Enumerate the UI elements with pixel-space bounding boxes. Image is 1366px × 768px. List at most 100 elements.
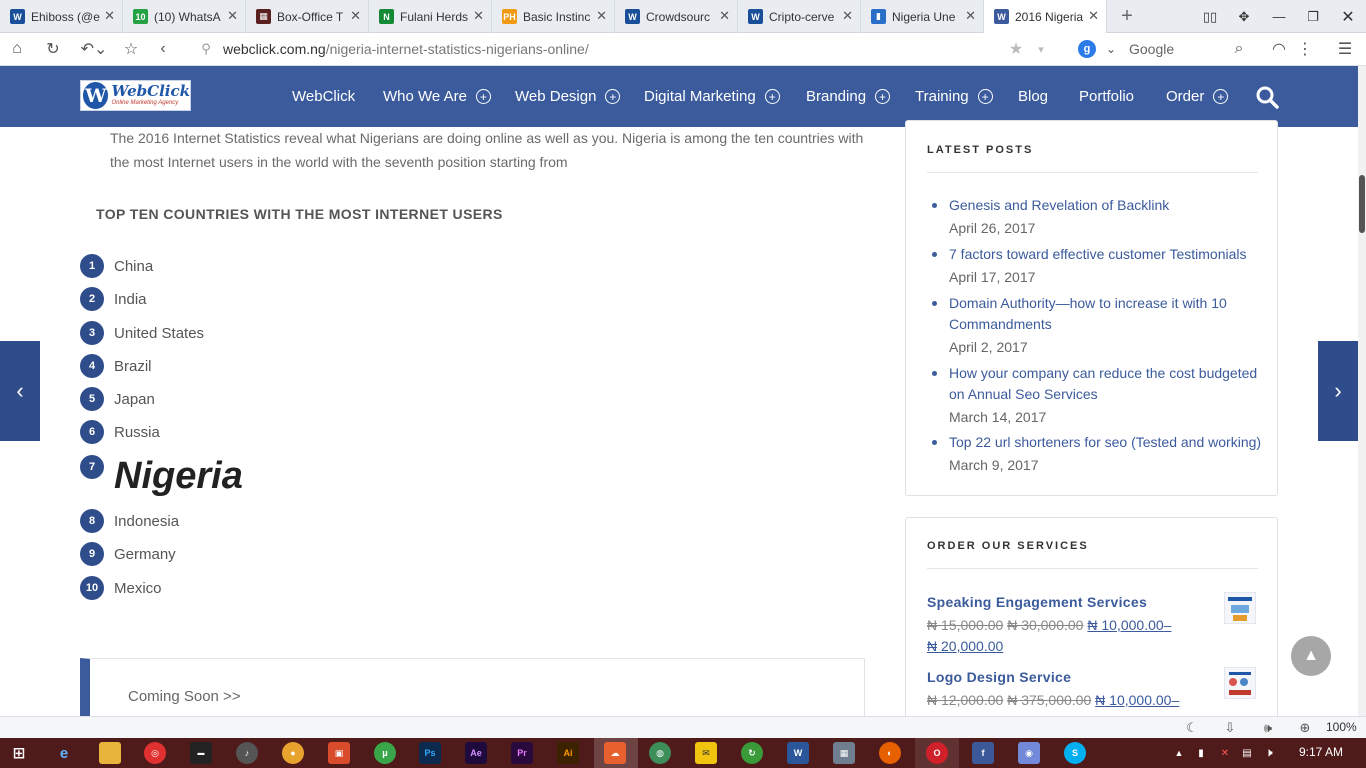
close-tab-icon[interactable]: ✕ (227, 9, 238, 23)
address-bar-url[interactable]: webclick.com.ng/nigeria-internet-statist… (223, 41, 589, 57)
back-icon[interactable]: ‹ (152, 39, 174, 59)
image-app-icon[interactable]: ▣ (328, 742, 350, 764)
music-app-icon[interactable]: ♪ (236, 742, 258, 764)
favorite-star-icon[interactable]: ★ (1005, 39, 1027, 59)
action-center-icon[interactable]: ▤ (1236, 742, 1258, 764)
browser-tab[interactable]: ▦ Box-Office T ✕ (246, 0, 369, 33)
site-logo[interactable]: W WebClick Online Marketing Agency (80, 80, 191, 111)
prev-post-arrow[interactable]: ‹ (0, 341, 40, 441)
submenu-plus-icon[interactable]: + (764, 89, 780, 104)
close-tab-icon[interactable]: ✕ (842, 9, 853, 23)
maximize-button[interactable]: ❐ (1296, 0, 1330, 33)
search-engine-dropdown-icon[interactable]: ⌄ (1100, 39, 1122, 59)
illustrator-icon[interactable]: Ai (557, 742, 579, 764)
service-title-link[interactable]: Logo Design Service (927, 669, 1071, 685)
close-window-button[interactable]: ✕ (1331, 0, 1365, 33)
battery-icon[interactable]: ▮ (1190, 742, 1212, 764)
tray-expand-icon[interactable]: ▲ (1168, 742, 1190, 764)
windows-start-icon[interactable]: ⊞ (8, 742, 30, 764)
post-title-link[interactable]: 7 factors toward effective customer Test… (932, 244, 1269, 265)
menu-item-branding[interactable]: Branding + (806, 66, 891, 127)
submenu-plus-icon[interactable]: + (1213, 89, 1229, 104)
premiere-icon[interactable]: Pr (511, 742, 533, 764)
post-title-link[interactable]: Domain Authority—how to increase it with… (932, 293, 1269, 335)
menu-item-who-we-are[interactable]: Who We Are + (383, 66, 491, 127)
file-explorer-icon[interactable] (99, 742, 121, 764)
submenu-plus-icon[interactable]: + (977, 89, 993, 104)
after-effects-icon[interactable]: Ae (465, 742, 487, 764)
google-search-engine-icon[interactable]: g (1076, 39, 1098, 59)
browser-tab[interactable]: W Crowdsourc ✕ (615, 0, 738, 33)
word-icon[interactable]: W (787, 742, 809, 764)
next-post-arrow[interactable]: › (1318, 341, 1358, 441)
back-to-top-button[interactable]: ▲ (1291, 636, 1331, 676)
submenu-plus-icon[interactable]: + (875, 89, 891, 104)
globe-app-icon[interactable]: ◍ (649, 742, 671, 764)
service-title-link[interactable]: Speaking Engagement Services (927, 594, 1147, 610)
browser-tab[interactable]: W 2016 Nigeria ✕ (984, 0, 1107, 33)
post-title-link[interactable]: Genesis and Revelation of Backlink (932, 195, 1269, 216)
network-icon[interactable]: ◠ (1268, 39, 1290, 59)
menu-item-training[interactable]: Training + (915, 66, 993, 127)
scrollbar-thumb[interactable] (1359, 175, 1365, 233)
close-tab-icon[interactable]: ✕ (473, 9, 484, 23)
close-tab-icon[interactable]: ✕ (104, 9, 115, 23)
torrent-app-icon[interactable]: μ (374, 742, 396, 764)
calculator-icon[interactable]: ▦ (833, 742, 855, 764)
download-icon[interactable]: ⇩ (1221, 719, 1239, 737)
zoom-level[interactable]: 100% (1326, 720, 1357, 734)
ie-icon[interactable]: e (53, 742, 75, 764)
extensions-icon[interactable]: ✥ (1227, 0, 1261, 33)
browser-tab[interactable]: N Fulani Herds ✕ (369, 0, 492, 33)
dropdown-icon[interactable]: ▾ (1030, 39, 1052, 59)
post-title-link[interactable]: Top 22 url shorteners for seo (Tested an… (932, 432, 1269, 453)
home-icon[interactable]: ⌂ (6, 39, 28, 59)
service-thumbnail[interactable] (1224, 667, 1256, 699)
reload-icon[interactable]: ↻ (42, 39, 64, 59)
discord-icon[interactable]: ◉ (1018, 742, 1040, 764)
firefox-icon[interactable]: ◐ (879, 742, 901, 764)
facebook-icon[interactable]: f (972, 742, 994, 764)
close-tab-icon[interactable]: ✕ (1088, 9, 1099, 23)
zoom-icon[interactable]: ⊕ (1296, 719, 1314, 737)
chat-app-icon[interactable]: ✉ (695, 742, 717, 764)
chrome-icon[interactable]: ● (282, 742, 304, 764)
search-box[interactable]: Google (1129, 41, 1174, 57)
browser-tab[interactable]: W Cripto-cerve ✕ (738, 0, 861, 33)
undo-icon[interactable]: ↶⌄ (80, 39, 108, 59)
target-app-icon[interactable]: ◎ (144, 742, 166, 764)
bookmark-star-icon[interactable]: ☆ (120, 39, 142, 59)
uc-browser-icon[interactable]: ☁ (604, 742, 626, 764)
minimize-button[interactable]: — (1262, 0, 1296, 33)
media-app-icon[interactable]: ▬ (190, 742, 212, 764)
menu-item-order[interactable]: Order + (1166, 66, 1229, 127)
volume-tray-icon[interactable]: 🕨 (1258, 742, 1280, 764)
menu-item-webclick[interactable]: WebClick (292, 66, 355, 127)
close-tab-icon[interactable]: ✕ (350, 9, 361, 23)
post-title-link[interactable]: How your company can reduce the cost bud… (932, 363, 1269, 405)
opera-icon[interactable]: O (926, 742, 948, 764)
menu-icon[interactable]: ☰ (1334, 39, 1356, 59)
system-clock[interactable]: 9:17 AM (1299, 745, 1343, 759)
sync-app-icon[interactable]: ↻ (741, 742, 763, 764)
service-thumbnail[interactable] (1224, 592, 1256, 624)
coming-soon-link[interactable]: Coming Soon >> (128, 688, 241, 705)
close-tab-icon[interactable]: ✕ (965, 9, 976, 23)
browser-tab[interactable]: PH Basic Instinc ✕ (492, 0, 615, 33)
submenu-plus-icon[interactable]: + (605, 89, 621, 104)
more-menu-icon[interactable]: ⋮ (1294, 39, 1316, 59)
menu-item-web-design[interactable]: Web Design + (515, 66, 621, 127)
browser-tab[interactable]: ▮ Nigeria Une ✕ (861, 0, 984, 33)
menu-item-blog[interactable]: Blog (1018, 66, 1048, 127)
new-tab-button[interactable]: + (1107, 0, 1147, 33)
browser-tab[interactable]: 10 (10) WhatsA ✕ (123, 0, 246, 33)
tab-list-icon[interactable]: ▯▯ (1193, 0, 1227, 33)
network-tray-icon[interactable]: ✕ (1214, 742, 1236, 764)
site-search-icon[interactable] (1255, 85, 1279, 109)
page-scrollbar[interactable] (1358, 66, 1366, 716)
browser-tab[interactable]: W Ehiboss (@e ✕ (0, 0, 123, 33)
menu-item-digital-marketing[interactable]: Digital Marketing + (644, 66, 780, 127)
photoshop-icon[interactable]: Ps (419, 742, 441, 764)
sound-icon[interactable]: 🕪 (1259, 719, 1277, 737)
site-info-icon[interactable]: ⚲ (195, 39, 217, 59)
